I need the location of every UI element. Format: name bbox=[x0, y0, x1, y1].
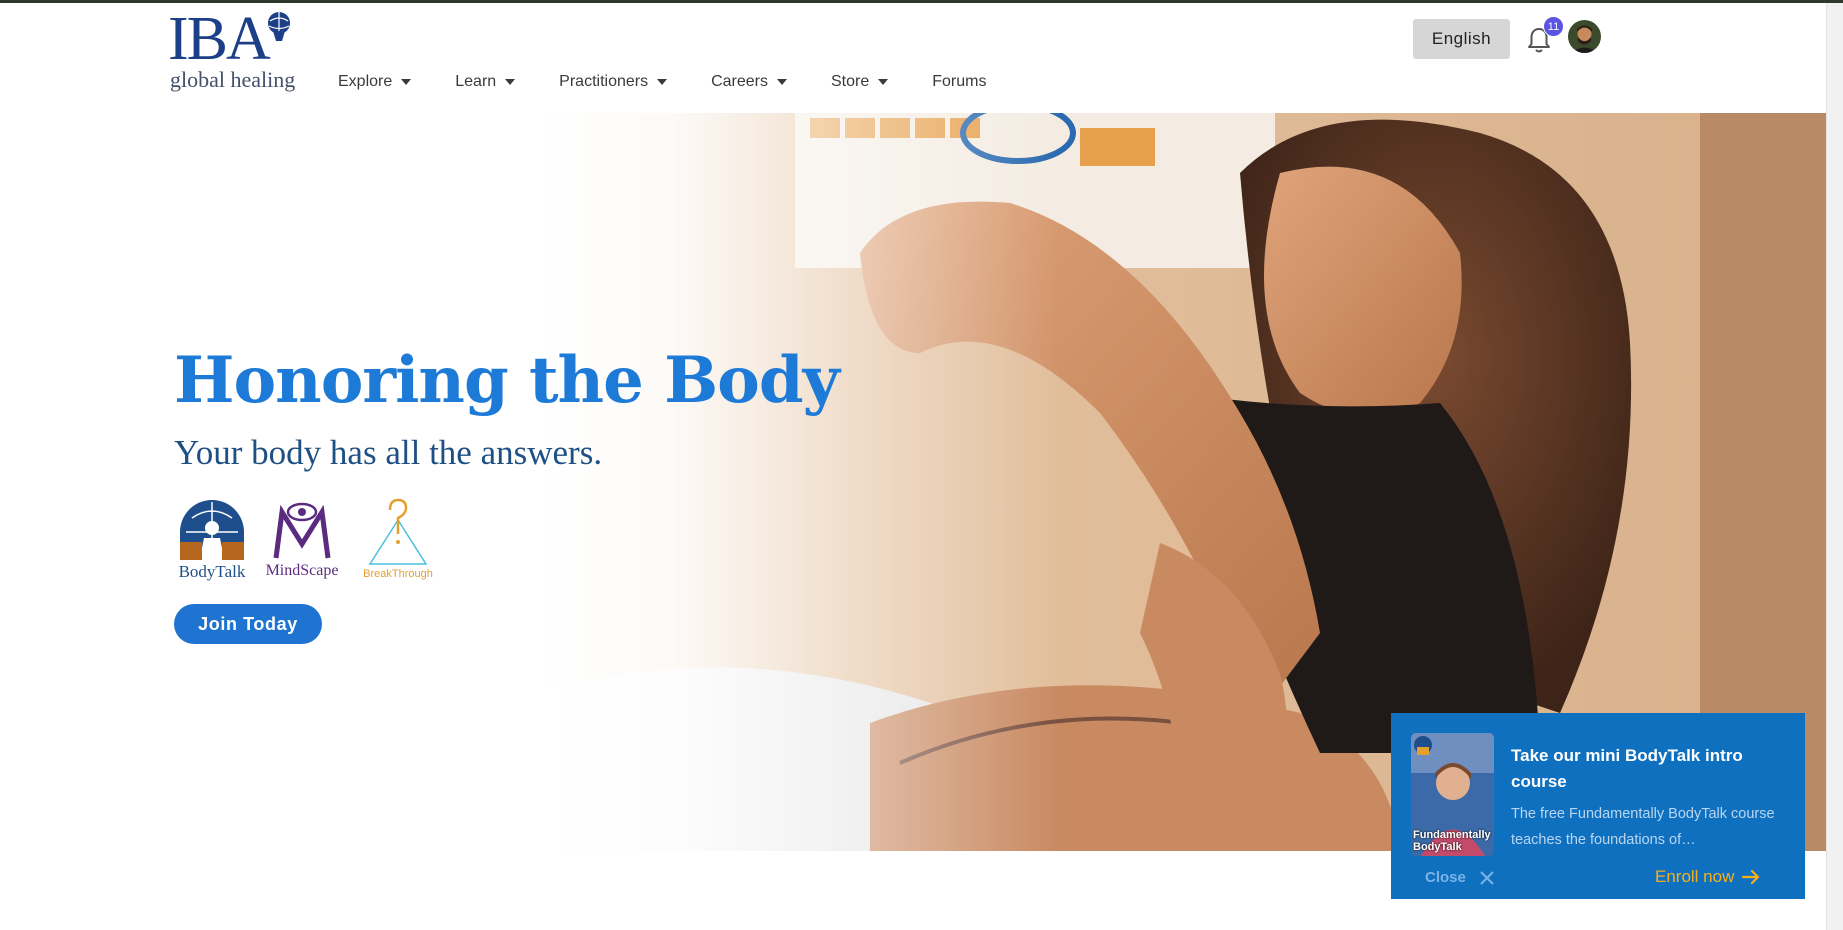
nav-explore[interactable]: Explore bbox=[338, 73, 412, 91]
user-avatar[interactable] bbox=[1568, 20, 1601, 53]
avatar-image bbox=[1568, 20, 1601, 53]
page-scrollbar[interactable] bbox=[1826, 3, 1843, 930]
hero-subtitle: Your body has all the answers. bbox=[174, 433, 603, 472]
course-thumbnail[interactable]: Fundamentally BodyTalk bbox=[1411, 733, 1494, 856]
hero-title: Honoring the Body bbox=[174, 343, 840, 418]
page-viewport: IBA global healing Explore Learn Practit… bbox=[0, 3, 1826, 930]
brand-mindscape[interactable]: MindScape bbox=[262, 498, 342, 584]
breakthrough-logo-icon bbox=[368, 498, 428, 565]
nav-practitioners[interactable]: Practitioners bbox=[559, 73, 668, 91]
caret-down-icon bbox=[657, 79, 668, 85]
site-logo[interactable]: IBA global healing bbox=[168, 5, 308, 95]
intro-course-popup: Fundamentally BodyTalk Take our mini Bod… bbox=[1391, 713, 1805, 899]
nav-forums[interactable]: Forums bbox=[932, 73, 986, 91]
close-label: Close bbox=[1425, 869, 1466, 886]
bodytalk-label: BodyTalk bbox=[178, 562, 246, 581]
hero-image-fade bbox=[540, 113, 1060, 851]
mindscape-label: MindScape bbox=[265, 562, 339, 579]
nav-forums-label: Forums bbox=[932, 73, 987, 90]
join-today-button[interactable]: Join Today bbox=[174, 604, 322, 644]
logo-mark: IBA bbox=[168, 5, 271, 73]
caret-down-icon bbox=[777, 79, 787, 85]
nav-learn-label: Learn bbox=[455, 73, 497, 90]
arrow-right-icon bbox=[1742, 869, 1760, 885]
bodytalk-logo-icon bbox=[180, 500, 244, 560]
nav-practitioners-label: Practitioners bbox=[559, 73, 649, 90]
notification-badge: 11 bbox=[1543, 16, 1564, 37]
popup-description: The free Fundamentally BodyTalk course t… bbox=[1511, 806, 1775, 848]
nav-store[interactable]: Store bbox=[831, 73, 889, 91]
thumbnail-caption: Fundamentally BodyTalk bbox=[1413, 829, 1491, 853]
nav-careers-label: Careers bbox=[711, 73, 768, 90]
popup-close-button[interactable]: Close bbox=[1425, 869, 1494, 886]
mindscape-logo-icon bbox=[273, 502, 331, 559]
nav-learn[interactable]: Learn bbox=[455, 73, 516, 91]
breakthrough-label: BreakThrough bbox=[363, 568, 433, 580]
main-nav: Explore Learn Practitioners Careers Stor… bbox=[338, 69, 1030, 95]
popup-title: Take our mini BodyTalk intro course bbox=[1511, 746, 1743, 791]
caret-down-icon bbox=[401, 79, 412, 85]
close-icon bbox=[1480, 870, 1494, 885]
nav-store-label: Store bbox=[831, 73, 870, 90]
nav-careers[interactable]: Careers bbox=[711, 73, 787, 91]
logo-subtitle: global healing bbox=[170, 67, 296, 92]
logo-globe-icon bbox=[268, 12, 290, 41]
brand-bodytalk[interactable]: BodyTalk bbox=[172, 498, 252, 584]
language-button[interactable]: English bbox=[1413, 19, 1510, 59]
brand-breakthrough[interactable]: BreakThrough bbox=[358, 498, 438, 584]
nav-explore-label: Explore bbox=[338, 73, 393, 90]
enroll-label: Enroll now bbox=[1655, 867, 1735, 886]
enroll-now-link[interactable]: Enroll now bbox=[1655, 867, 1760, 887]
caret-down-icon bbox=[505, 79, 516, 85]
caret-down-icon bbox=[878, 79, 889, 85]
